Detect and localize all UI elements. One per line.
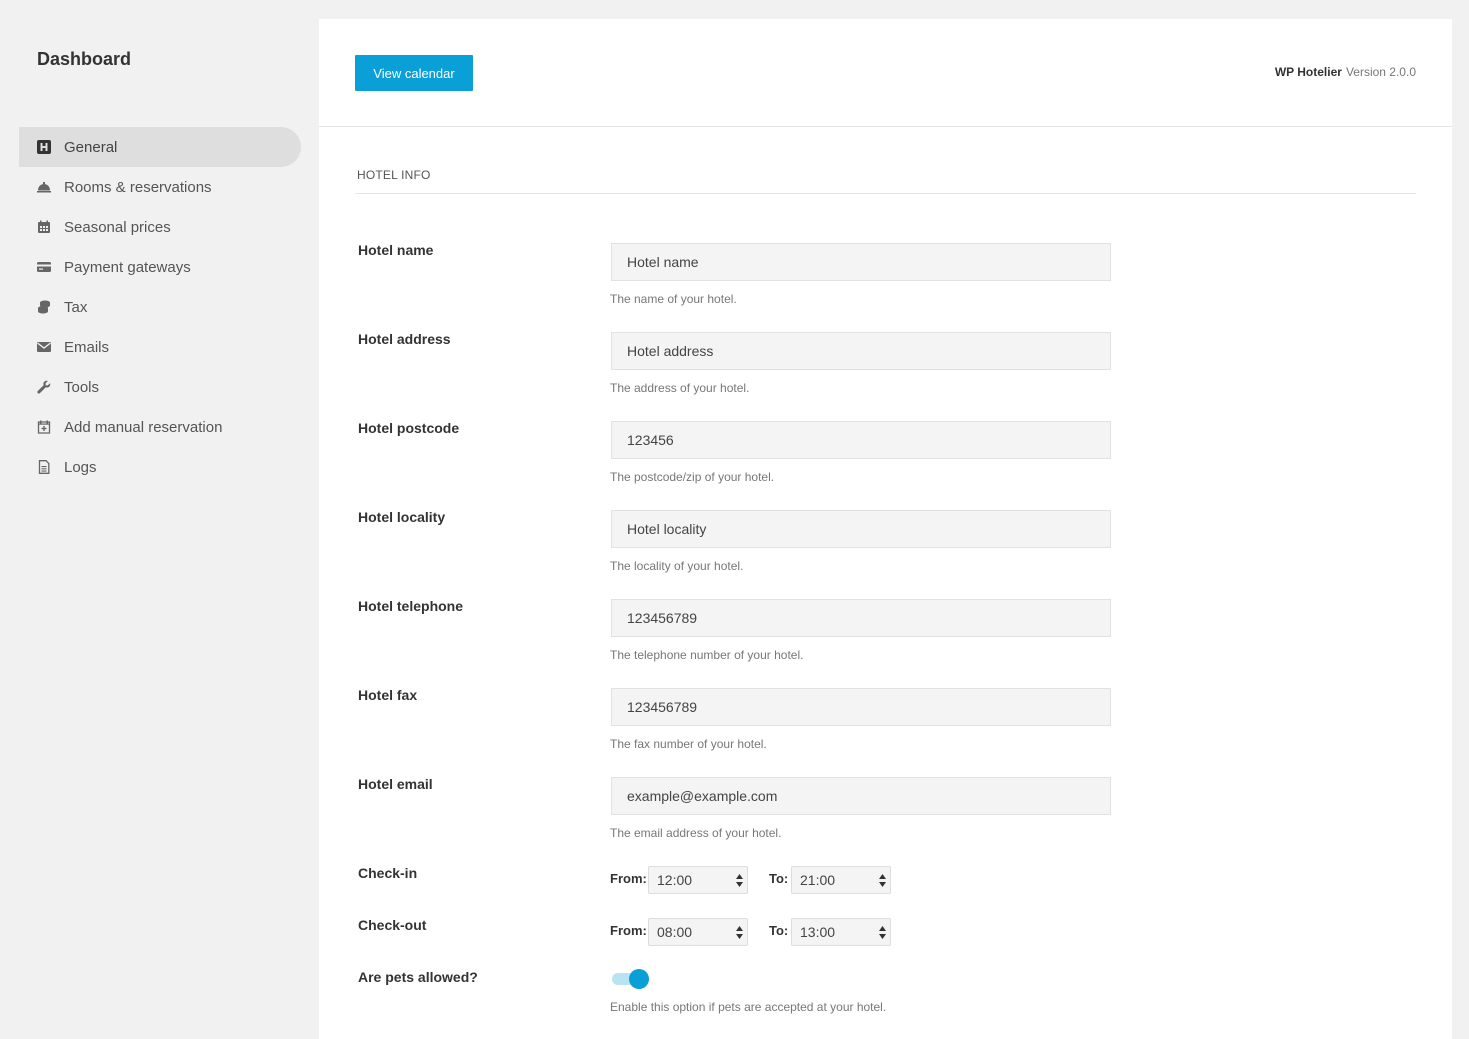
- sidebar-item-rooms-reservations[interactable]: Rooms & reservations: [19, 167, 301, 207]
- check-out-to-label: To:: [769, 923, 789, 938]
- hotel-postcode-input[interactable]: [611, 421, 1111, 459]
- select-arrows-icon: [736, 874, 743, 887]
- hotel-address-label: Hotel address: [358, 331, 451, 347]
- sidebar-item-label: Seasonal prices: [64, 218, 171, 236]
- sidebar-item-seasonal-prices[interactable]: Seasonal prices: [19, 207, 301, 247]
- sidebar-item-label: Logs: [64, 458, 97, 476]
- sidebar-item-add-manual-reservation[interactable]: Add manual reservation: [19, 407, 301, 447]
- hotel-name-input[interactable]: [611, 243, 1111, 281]
- sidebar-item-logs[interactable]: Logs: [19, 447, 301, 487]
- select-arrows-icon: [879, 926, 886, 939]
- hotel-fax-help: The fax number of your hotel.: [610, 737, 767, 751]
- sidebar-title: Dashboard: [37, 49, 132, 69]
- sidebar-item-label: Tools: [64, 378, 100, 396]
- hotel-postcode-help: The postcode/zip of your hotel.: [610, 470, 775, 484]
- check-in-to-select[interactable]: 21:00: [791, 866, 891, 894]
- settings-panel: View calendar WP Hotelier Version 2.0.0 H…: [319, 19, 1452, 1039]
- sidebar-item-general[interactable]: General: [19, 127, 301, 167]
- sidebar-item-label: Payment gateways: [64, 258, 191, 276]
- check-in-from-label: From:: [610, 871, 647, 886]
- credit-card-icon: [37, 260, 51, 274]
- document-icon: [37, 460, 51, 474]
- hotel-locality-input[interactable]: [611, 510, 1111, 548]
- select-arrows-icon: [879, 874, 886, 887]
- hotel-name-label: Hotel name: [358, 242, 434, 258]
- coins-icon: [37, 300, 51, 314]
- hotel-address-input[interactable]: [611, 332, 1111, 370]
- sidebar-item-label: General: [64, 138, 118, 156]
- envelope-icon: [37, 340, 51, 354]
- check-in-from-select[interactable]: 12:00: [648, 866, 748, 894]
- hotel-telephone-label: Hotel telephone: [358, 598, 464, 614]
- hotel-name-help: The name of your hotel.: [610, 292, 737, 306]
- check-in-from-value: 12:00: [657, 872, 693, 888]
- check-out-from-value: 08:00: [657, 924, 693, 940]
- check-in-to-value: 21:00: [800, 872, 836, 888]
- hotel-address-help: The address of your hotel.: [610, 381, 750, 395]
- sidebar-item-emails[interactable]: Emails: [19, 327, 301, 367]
- sidebar-item-tools[interactable]: Tools: [19, 367, 301, 407]
- hotel-icon: [37, 140, 51, 154]
- pets-allowed-toggle[interactable]: [612, 969, 652, 989]
- hotel-fax-input[interactable]: [611, 688, 1111, 726]
- room-service-bell-icon: [37, 180, 51, 194]
- check-out-from-select[interactable]: 08:00: [648, 918, 748, 946]
- select-arrows-icon: [736, 926, 743, 939]
- hotel-email-input[interactable]: [611, 777, 1111, 815]
- plugin-version: WP Hotelier Version 2.0.0: [1275, 65, 1416, 79]
- hotel-email-help: The email address of your hotel.: [610, 826, 782, 840]
- view-calendar-button[interactable]: View calendar: [355, 55, 473, 91]
- brand-name: WP Hotelier: [1274, 65, 1342, 79]
- hotel-locality-help: The locality of your hotel.: [610, 559, 744, 573]
- hotel-postcode-label: Hotel postcode: [358, 420, 460, 436]
- wrench-icon: [37, 380, 51, 394]
- version-text: Version 2.0.0: [1345, 65, 1416, 79]
- check-in-label: Check-in: [358, 865, 418, 881]
- calendar-icon: [37, 220, 51, 234]
- sidebar: Dashboard General Rooms & reservations S…: [0, 0, 319, 1039]
- hotel-fax-label: Hotel fax: [358, 687, 418, 703]
- sidebar-item-label: Emails: [64, 338, 110, 356]
- check-out-to-value: 13:00: [800, 924, 836, 940]
- calendar-plus-icon: [37, 420, 51, 434]
- sidebar-item-tax[interactable]: Tax: [19, 287, 301, 327]
- hotel-telephone-help: The telephone number of your hotel.: [610, 648, 804, 662]
- check-in-to-label: To:: [769, 871, 789, 886]
- hotel-telephone-input[interactable]: [611, 599, 1111, 637]
- top-bar: View calendar WP Hotelier Version 2.0.0: [319, 19, 1452, 127]
- sidebar-item-label: Rooms & reservations: [64, 178, 212, 196]
- check-out-to-select[interactable]: 13:00: [791, 918, 891, 946]
- hotel-email-label: Hotel email: [358, 776, 433, 792]
- check-out-from-label: From:: [610, 923, 647, 938]
- check-out-label: Check-out: [358, 917, 427, 933]
- sidebar-item-payment-gateways[interactable]: Payment gateways: [19, 247, 301, 287]
- section-title: HOTEL INFO: [357, 168, 431, 182]
- pets-allowed-help: Enable this option if pets are accepted …: [610, 1000, 887, 1014]
- sidebar-nav: General Rooms & reservations Seasonal pr…: [19, 127, 301, 487]
- section-divider: [355, 193, 1416, 194]
- sidebar-item-label: Add manual reservation: [64, 418, 223, 436]
- sidebar-item-label: Tax: [64, 298, 88, 316]
- hotel-locality-label: Hotel locality: [358, 509, 446, 525]
- pets-allowed-label: Are pets allowed?: [358, 969, 478, 985]
- toggle-knob: [629, 969, 649, 989]
